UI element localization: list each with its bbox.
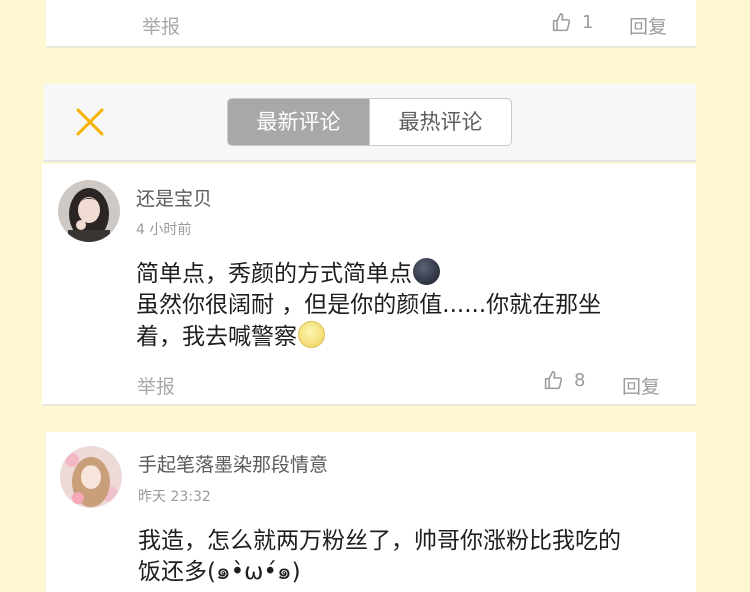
reply-link[interactable]: 回复	[622, 372, 660, 399]
comment-line: 饭还多(๑•̀ω•́๑)	[138, 559, 301, 585]
report-link[interactable]: 举报	[137, 372, 175, 399]
comment-username[interactable]: 手起笔落墨染那段情意	[138, 450, 328, 477]
reply-link[interactable]: 回复	[629, 12, 667, 39]
close-button[interactable]	[74, 106, 106, 138]
comment-line: 我造，怎么就两万粉丝了，帅哥你涨粉比我吃的	[138, 528, 621, 554]
comment-content: 简单点，秀颜的方式简单点 虽然你很阔耐 ，但是你的颜值......你就在那坐 着…	[136, 258, 601, 353]
like-button[interactable]: 1	[551, 12, 593, 33]
comment-sort-tabs: 最新评论 最热评论	[227, 98, 512, 146]
avatar[interactable]	[58, 180, 120, 242]
thumbs-up-icon	[544, 370, 563, 390]
report-link[interactable]: 举报	[142, 12, 180, 39]
user-avatar-image	[60, 446, 122, 508]
comment-line: 着，我去喊警察	[136, 321, 601, 353]
comment-time: 4 小时前	[136, 222, 192, 238]
avatar[interactable]	[60, 446, 122, 508]
comment-content: 我造，怎么就两万粉丝了，帅哥你涨粉比我吃的 饭还多(๑•̀ω•́๑)	[138, 526, 621, 588]
comment-line: 简单点，秀颜的方式简单点	[136, 258, 601, 290]
previous-comment-footer: 举报 1 回复	[46, 0, 696, 48]
comment-username[interactable]: 还是宝贝	[136, 184, 212, 211]
like-count: 1	[582, 12, 594, 33]
comment-item: 手起笔落墨染那段情意 昨天 23:32 我造，怎么就两万粉丝了，帅哥你涨粉比我吃…	[46, 432, 696, 592]
thumbs-up-icon	[552, 12, 571, 32]
comment-line: 虽然你很阔耐 ，但是你的颜值......你就在那坐	[136, 292, 602, 318]
tab-latest-comments[interactable]: 最新评论	[228, 99, 369, 145]
comment-item: 还是宝贝 4 小时前 简单点，秀颜的方式简单点 虽然你很阔耐 ，但是你的颜值..…	[42, 164, 696, 406]
like-count: 8	[574, 370, 586, 391]
tab-hot-comments[interactable]: 最热评论	[369, 99, 511, 145]
new-moon-face-icon	[413, 258, 440, 285]
full-moon-face-icon	[298, 321, 325, 348]
comment-tab-header: 最新评论 最热评论	[44, 84, 696, 162]
user-avatar-image	[58, 180, 120, 242]
close-icon	[76, 108, 104, 136]
like-button[interactable]: 8	[543, 370, 585, 391]
comment-time: 昨天 23:32	[138, 489, 211, 505]
